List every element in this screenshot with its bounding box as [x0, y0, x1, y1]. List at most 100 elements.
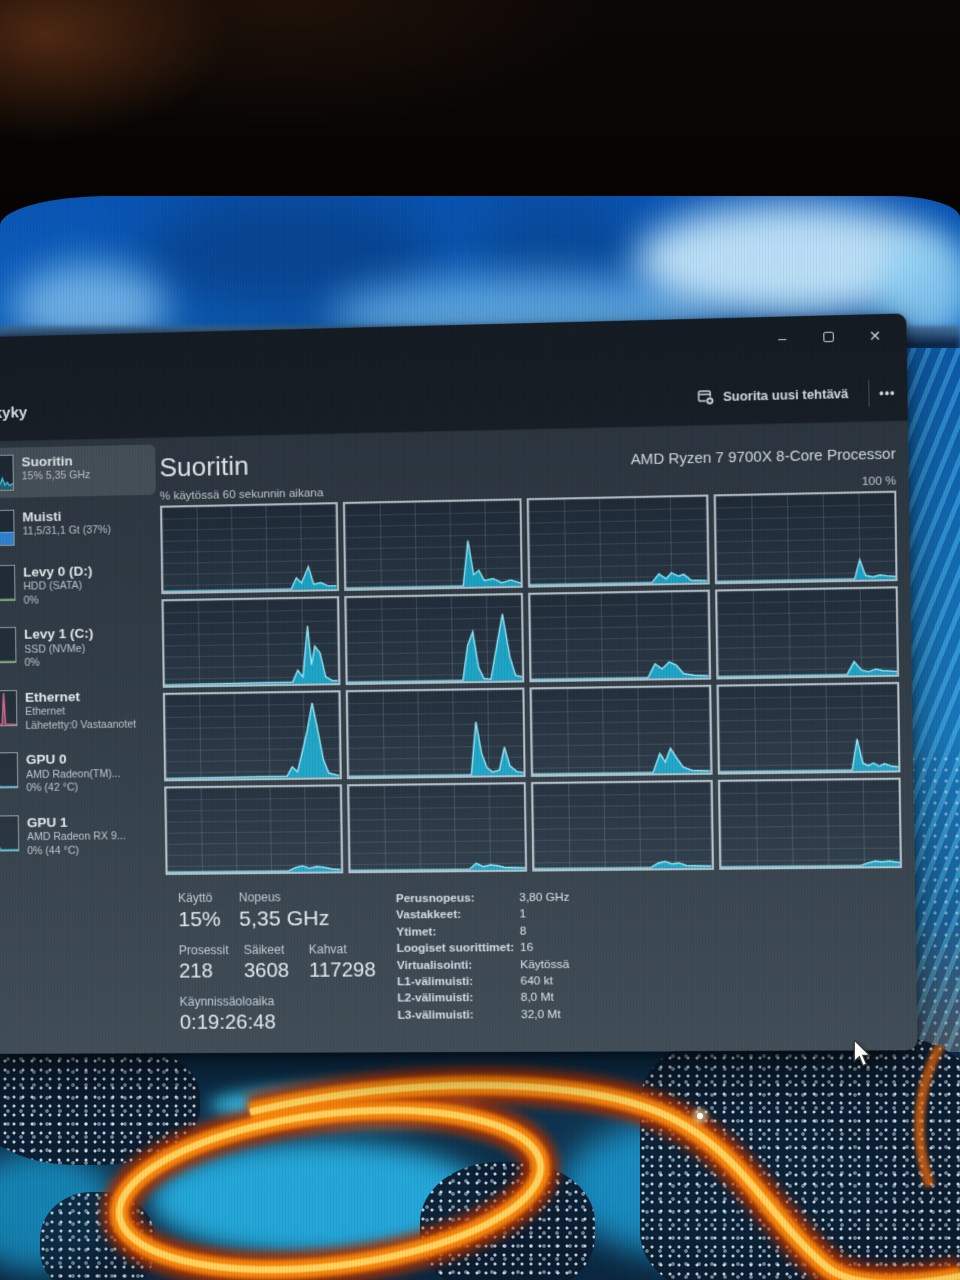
sidebar-item-gpu0[interactable]: GPU 0 AMD Radeon(TM)... 0% (42 °C) [0, 744, 160, 804]
uptime-value: 0:19:26:48 [179, 1011, 276, 1034]
sidebar-item-title: Suoritin [21, 453, 73, 470]
page-title-suorituskyky: kyky [0, 404, 28, 422]
detail-stat-value: 8,0 Mt [520, 991, 554, 1005]
detail-stat-row: Ytimet: 8 [396, 923, 570, 941]
sidebar-item-subtitle: 15% 5,35 GHz [21, 469, 91, 483]
memory-thumbnail-graph [0, 509, 15, 547]
sidebar-item-title: GPU 0 [25, 751, 67, 768]
run-new-task-button[interactable]: Suorita uusi tehtävä [686, 376, 859, 415]
detail-stat-label: Loogiset suorittimet: [396, 942, 515, 956]
close-button[interactable]: ✕ [851, 320, 898, 352]
stat-label: Säikeet [243, 942, 285, 958]
stat-value: 117298 [308, 959, 376, 982]
stat-kahvat: Kahvat 117298 [309, 942, 376, 983]
detail-stat-value: 32,0 Mt [520, 1008, 561, 1022]
cpu-core-graph-LP10 [529, 684, 713, 777]
sidebar-item-title: Muisti [22, 508, 62, 525]
run-new-task-label: Suorita uusi tehtävä [722, 386, 849, 405]
mouse-cursor [852, 1038, 872, 1073]
sidebar-item-subtitle: HDD (SATA) [23, 579, 83, 593]
cpu-panel: Suoritin AMD Ryzen 7 9700X 8-Core Proces… [159, 422, 905, 1053]
sidebar-item-subtitle: 0% (42 °C) [26, 781, 79, 795]
minimize-button[interactable]: – [759, 322, 806, 354]
sidebar-item-ethernet[interactable]: Ethernet Ethernet Lähetetty:0 Vastaanotet [0, 681, 159, 741]
detail-stat-label: L2-välimuisti: [397, 992, 474, 1006]
performance-sidebar: Suoritin 15% 5,35 GHz Muisti 11,5/31,1 Gt (… [0, 444, 161, 871]
task-manager-window: – ✕ kyky Suorita uusi tehtävä ••• Suorit… [0, 313, 918, 1055]
cpu-core-graph-LP1 [342, 498, 523, 591]
sidebar-item-title: Levy 0 (D:) [23, 563, 93, 580]
sidebar-item-subtitle: 0% [24, 656, 40, 670]
gpu1-thumbnail-graph [0, 815, 20, 852]
cpu-panel-title: Suoritin [159, 450, 249, 483]
big-stats-row: Käyttö 15% Nopeus 5,35 GHz [178, 889, 390, 932]
logical-processor-graphs [160, 490, 902, 876]
sidebar-item-subtitle: 11,5/31,1 Gt (37%) [22, 523, 111, 538]
sidebar-item-subtitle: 0% (44 °C) [27, 844, 80, 857]
cpu-core-graph-LP2 [526, 494, 710, 588]
cpu-core-graph-LP14 [530, 779, 714, 872]
graph-max-label: 100 % [861, 475, 897, 489]
stat-s-ikeet: Säikeet 3608 [244, 942, 300, 983]
cpu-core-graph-LP15 [717, 777, 902, 870]
stat-prosessit: Prosessit 218 [179, 943, 234, 984]
detail-stat-value: 16 [519, 942, 534, 955]
detail-stat-row: Virtualisointi: Käytössä [397, 956, 571, 974]
uptime-block: Käynnissäoloaika 0:19:26:48 [179, 994, 391, 1035]
cpu-thumbnail-graph [0, 454, 14, 492]
cpu-core-graph-LP3 [713, 490, 898, 585]
monitor-screen: – ✕ kyky Suorita uusi tehtävä ••• Suorit… [0, 196, 960, 1280]
sidebar-item-subtitle: AMD Radeon(TM)... [26, 767, 121, 781]
detail-stat-value: Käytössä [520, 958, 570, 972]
run-new-task-icon [697, 389, 714, 406]
disk0-thumbnail-graph [0, 564, 16, 602]
maximize-button[interactable] [805, 321, 852, 353]
cpu-core-graph-LP11 [715, 681, 901, 775]
sidebar-item-disk0[interactable]: Levy 0 (D:) HDD (SATA) 0% [0, 555, 158, 616]
stat-label: Käyttö [177, 890, 213, 906]
stat-value: 15% [178, 907, 222, 932]
stat-label: Kahvat [308, 942, 347, 957]
cpu-core-graph-LP13 [346, 782, 528, 874]
cpu-core-graph-LP7 [714, 586, 900, 680]
detail-stat-row: Vastakkeet: 1 [396, 906, 570, 924]
detail-stat-row: L1-välimuisti: 640 kt [397, 973, 571, 991]
light-trail-road [101, 1043, 960, 1280]
detail-stat-row: L3-välimuisti: 32,0 Mt [397, 1007, 571, 1025]
detail-stat-row: L2-välimuisti: 8,0 Mt [397, 990, 571, 1008]
cpu-core-graph-LP0 [160, 502, 339, 595]
window-controls: – ✕ [759, 320, 898, 354]
stat-k-ytt-: Käyttö 15% [178, 891, 229, 933]
detail-stat-row: Perusnopeus: 3,80 GHz [396, 890, 570, 908]
detail-stat-label: Ytimet: [396, 926, 437, 939]
ethernet-thumbnail-graph [0, 689, 18, 727]
more-options-button[interactable]: ••• [869, 375, 905, 411]
maximize-icon [823, 331, 834, 343]
stat-nopeus: Nopeus 5,35 GHz [239, 890, 330, 932]
sidebar-item-subtitle: Lähetetty:0 Vastaanotet [25, 718, 137, 732]
detail-stat-label: Virtualisointi: [396, 959, 473, 972]
sidebar-item-cpu[interactable]: Suoritin 15% 5,35 GHz [0, 444, 156, 499]
cpu-core-graph-LP6 [528, 589, 711, 683]
sidebar-item-gpu1[interactable]: GPU 1 AMD Radeon RX 9... 0% (44 °C) [0, 807, 161, 866]
detail-stat-label: Perusnopeus: [395, 892, 475, 906]
gpu0-thumbnail-graph [0, 752, 19, 789]
window-content: Suoritin 15% 5,35 GHz Muisti 11,5/31,1 Gt (… [0, 421, 918, 1055]
mid-stats-row: Prosessit 218 Säikeet 3608 Kahvat 117298 [179, 942, 391, 984]
cpu-core-graph-LP5 [343, 592, 525, 686]
sidebar-item-disk1[interactable]: Levy 1 (C:) SSD (NVMe) 0% [0, 618, 159, 678]
sidebar-item-subtitle: 0% [23, 594, 39, 607]
sidebar-item-title: GPU 1 [26, 814, 68, 831]
detail-stat-label: Vastakkeet: [396, 909, 462, 922]
detail-stat-label: L1-välimuisti: [397, 975, 474, 989]
detail-stat-row: Loogiset suorittimet: 16 [396, 940, 570, 958]
cpu-core-graph-LP12 [164, 784, 343, 876]
sidebar-item-memory[interactable]: Muisti 11,5/31,1 Gt (37%) [0, 500, 157, 554]
stat-label: Nopeus [238, 890, 281, 905]
cpu-stats: Käyttö 15% Nopeus 5,35 GHz Prosessit 218 Säik… [166, 885, 905, 1035]
detail-stat-value: 640 kt [520, 975, 553, 988]
sidebar-item-title: Ethernet [24, 689, 81, 705]
detail-stats-column: Perusnopeus: 3,80 GHz Vastakkeet: 1 Ytimet: 8… [396, 888, 572, 1034]
detail-stat-value: 8 [519, 925, 527, 938]
cpu-core-graph-LP9 [345, 687, 526, 780]
